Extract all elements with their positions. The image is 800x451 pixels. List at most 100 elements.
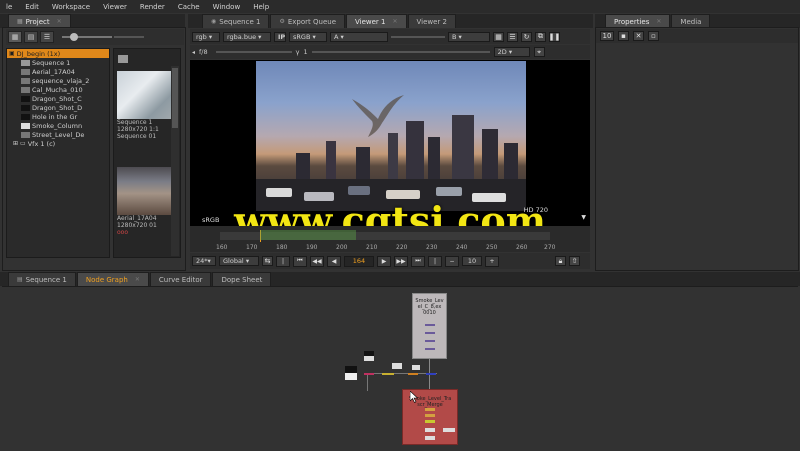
tab-viewer-2[interactable]: Viewer 2 xyxy=(407,14,456,28)
tree-item[interactable]: Hole in the Gr xyxy=(7,112,109,121)
menu-item-file[interactable]: le xyxy=(0,3,19,11)
tab-viewer-1[interactable]: Viewer 1 ✕ xyxy=(346,14,407,28)
menu-item-window[interactable]: Window xyxy=(207,3,248,11)
thumbnail-card-aerial[interactable]: Aerial_17A04 1280x720 01 ooo xyxy=(117,167,173,236)
tab-media[interactable]: Media xyxy=(671,14,711,28)
pause-icon[interactable]: ❚❚ xyxy=(549,31,560,42)
export-icon[interactable]: ⇧ xyxy=(569,256,580,266)
sync-icon[interactable]: ⧉ xyxy=(535,31,546,42)
skip-back-icon[interactable]: ⏮ xyxy=(293,255,307,267)
frame-step-field[interactable]: 10 xyxy=(462,256,482,266)
node-graph-canvas[interactable]: Smoke_Lev el_C_8,ex 0010 Smoke_Level_Tra… xyxy=(2,286,798,451)
menu-item-viewer[interactable]: Viewer xyxy=(97,3,134,11)
lock-icon[interactable]: ▪ xyxy=(618,31,629,41)
timeline-tick: 180 xyxy=(276,244,288,251)
play-reverse-icon[interactable]: ◀ xyxy=(327,255,341,267)
tree-item-project[interactable]: ▣ DJ_begin (1x) xyxy=(7,49,109,58)
increment-icon[interactable]: + xyxy=(485,255,499,267)
fstop-label[interactable]: f/8 xyxy=(199,48,208,56)
dropdown-arrow-icon[interactable]: ▼ xyxy=(581,214,586,221)
tree-item[interactable]: Aerial_17A04 xyxy=(7,67,109,76)
dot-node-icon[interactable] xyxy=(364,351,374,361)
input-b[interactable] xyxy=(408,373,418,375)
frame-range-dropdown[interactable]: Global ▾ xyxy=(219,256,259,266)
max-panels-field[interactable]: 10 xyxy=(600,31,614,41)
read-node[interactable]: Smoke_Lev el_C_8,ex 0010 xyxy=(412,293,447,359)
refresh-icon[interactable]: ↻ xyxy=(521,31,532,42)
current-frame-field[interactable]: 164 xyxy=(344,255,374,267)
grid-view-icon[interactable]: ▦ xyxy=(8,31,22,43)
tree-item[interactable]: Dragon_Shot_C xyxy=(7,94,109,103)
viewer-canvas[interactable]: www.cgtsj.com HD 720 sRGB ▼ xyxy=(190,60,590,226)
loop-icon[interactable]: ⇆ xyxy=(262,256,273,266)
thumbnail-size-slider[interactable] xyxy=(62,31,112,43)
thumbnail-card-sequence[interactable]: Sequence 1 1280x720 1:1 Sequence 01 xyxy=(117,71,173,140)
input-process-button[interactable]: IP xyxy=(274,31,286,42)
tree-item[interactable]: Smoke_Column xyxy=(7,121,109,130)
menu-item-render[interactable]: Render xyxy=(134,3,172,11)
thumbnail-view-icon[interactable]: ▤ xyxy=(24,31,38,43)
gamma-slider[interactable] xyxy=(311,51,490,53)
tab-sequence-1[interactable]: ◉ Sequence 1 xyxy=(202,14,270,28)
dot-node-icon[interactable] xyxy=(392,363,402,369)
tab-properties[interactable]: Properties ✕ xyxy=(605,14,671,28)
input-a[interactable] xyxy=(382,373,394,375)
menu-item-workspace[interactable]: Workspace xyxy=(46,3,97,11)
tree-item[interactable]: sequence_vlaja_2 xyxy=(7,76,109,85)
input-a-dropdown[interactable]: A ▾ xyxy=(330,31,388,42)
timeline-ruler[interactable]: 160 170 180 190 200 210 220 230 240 250 … xyxy=(190,226,590,252)
wipe-slider[interactable] xyxy=(391,35,445,38)
tab-dope-sheet[interactable]: Dope Sheet xyxy=(212,272,272,286)
viewer-node-icon[interactable] xyxy=(345,366,357,380)
display-icon[interactable]: ▦ xyxy=(493,31,504,42)
tab-curve-editor[interactable]: Curve Editor xyxy=(149,272,212,286)
gamma-toggle-icon[interactable]: γ xyxy=(296,48,300,56)
menu-item-help[interactable]: Help xyxy=(247,3,276,11)
tab-sequence-1-bottom[interactable]: ▤ Sequence 1 xyxy=(8,272,76,286)
channels-dropdown[interactable]: rgb ▾ xyxy=(192,31,220,42)
float-icon[interactable]: ▫ xyxy=(648,31,659,41)
input-c[interactable] xyxy=(426,373,436,375)
project-tree[interactable]: ▣ DJ_begin (1x) Sequence 1 Aerial_17A04 … xyxy=(6,48,110,258)
close-icon[interactable]: ✕ xyxy=(57,18,62,25)
close-icon[interactable]: ✕ xyxy=(392,18,397,25)
dot-node-icon[interactable] xyxy=(412,365,420,370)
tree-item[interactable]: Street_Level_De xyxy=(7,130,109,139)
close-icon[interactable]: ✕ xyxy=(135,276,140,283)
mask-input[interactable] xyxy=(364,373,374,375)
menu-item-cache[interactable]: Cache xyxy=(172,3,207,11)
fps-dropdown[interactable]: 24* ▾ xyxy=(192,256,216,266)
list-view-icon[interactable]: ☰ xyxy=(40,31,54,43)
expand-icon[interactable]: ⊞ xyxy=(13,140,18,147)
clear-panels-icon[interactable]: ✕ xyxy=(633,31,644,41)
tab-export-queue[interactable]: ⚙ Export Queue xyxy=(270,14,345,28)
bin-icon xyxy=(118,55,128,63)
goto-end-icon[interactable]: | xyxy=(428,255,442,267)
tab-project[interactable]: ▦ Project ✕ xyxy=(8,14,71,28)
tree-item[interactable]: Cal_Mucha_010 xyxy=(7,85,109,94)
tab-node-graph[interactable]: Node Graph ✕ xyxy=(76,272,149,286)
expand-arrow-icon[interactable]: ◂ xyxy=(192,49,195,56)
goto-start-icon[interactable]: | xyxy=(276,255,290,267)
tree-item[interactable]: Dragon_Shot_D xyxy=(7,103,109,112)
cursor-icon[interactable]: ⌖ xyxy=(533,47,545,57)
input-b-dropdown[interactable]: B ▾ xyxy=(448,31,490,42)
step-back-icon[interactable]: ◀◀ xyxy=(310,255,324,267)
tree-item-folder[interactable]: ⊞ ▭ Vfx 1 (c) xyxy=(7,139,109,148)
tree-item[interactable]: Sequence 1 xyxy=(7,58,109,67)
play-icon[interactable]: ▶ xyxy=(377,255,391,267)
step-forward-icon[interactable]: ▶▶ xyxy=(394,255,408,267)
gamma-dropdown[interactable]: sRGB ▾ xyxy=(289,31,327,42)
gain-slider[interactable] xyxy=(215,51,292,53)
gamma-value[interactable]: 1 xyxy=(304,48,308,56)
layer-dropdown[interactable]: rgba.bue ▾ xyxy=(223,31,271,42)
menu-item-edit[interactable]: Edit xyxy=(19,3,46,11)
list-icon[interactable]: ☰ xyxy=(507,31,518,42)
project-scrollbar[interactable] xyxy=(171,66,179,256)
decrement-icon[interactable]: − xyxy=(445,255,459,267)
view-mode-dropdown[interactable]: 2D ▾ xyxy=(493,47,530,57)
lock-icon[interactable]: 🔒︎ xyxy=(555,256,566,266)
close-icon[interactable]: ✕ xyxy=(656,18,661,25)
viewer-image xyxy=(256,61,526,211)
skip-forward-icon[interactable]: ⏭ xyxy=(411,255,425,267)
